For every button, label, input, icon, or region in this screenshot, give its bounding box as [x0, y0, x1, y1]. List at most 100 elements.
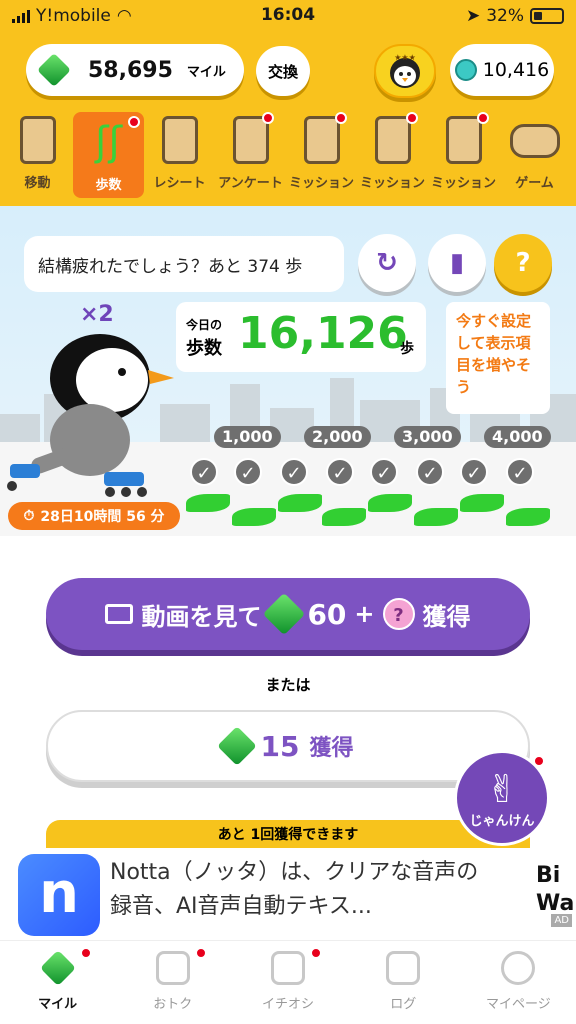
tab-mission-b[interactable]: ミッション — [357, 110, 428, 202]
steps-scene: 結構疲れたでしょう？あと 374 歩 ↻ ▮ ? ×2 今日の 歩数 16,12… — [0, 206, 576, 536]
help-button[interactable]: ? — [494, 234, 552, 292]
today-steps-card: 今日の 歩数 16,126 歩 — [176, 302, 426, 372]
gift-game-icon — [445, 116, 482, 164]
bottom-nav: マイル おトク イチオシ ログ マイページ — [0, 940, 576, 1024]
coins-value: 10,416 — [482, 59, 550, 81]
settings-tip[interactable]: 今すぐ設定して表示項目を増やそう — [446, 302, 550, 414]
notification-dot — [195, 947, 208, 959]
stats-button[interactable]: ▮ — [428, 234, 486, 292]
speech-bubble: 結構疲れたでしょう？あと 374 歩 — [24, 236, 344, 292]
footprint-icon — [368, 494, 412, 512]
mystery-ball-icon: ? — [382, 598, 415, 630]
receipt-icon — [161, 116, 198, 164]
steps-label: 歩数 — [186, 338, 222, 359]
footprint-icon — [186, 494, 230, 512]
steps-value: 16,126 — [238, 308, 408, 359]
gem-icon — [263, 592, 306, 636]
tab-steps[interactable]: ʃʃ 歩数 — [73, 112, 144, 198]
tab-receipt[interactable]: レシート — [144, 110, 215, 202]
walker-icon — [386, 951, 421, 985]
gem-icon — [37, 53, 71, 87]
question-icon: ? — [515, 248, 531, 278]
penguin-rank-button[interactable]: ★★★ — [374, 44, 436, 98]
coin-icon — [454, 59, 477, 81]
refresh-icon: ↻ — [376, 248, 398, 278]
footprint-icon — [414, 508, 458, 526]
notification-dot — [128, 116, 140, 128]
multiplier-badge: ×2 — [80, 302, 114, 327]
exchange-button[interactable]: 交換 — [256, 46, 310, 96]
check-icon: ✓ — [506, 458, 534, 486]
video-icon — [105, 604, 134, 624]
footprint-icon — [278, 494, 322, 512]
miles-balance[interactable]: 58,695 マイル — [26, 44, 244, 96]
thumbs-up-icon — [271, 951, 305, 985]
ad-banner[interactable]: n Notta（ノッタ）は、クリアな音声の録音、AI音声自動テキス... Bi … — [0, 848, 576, 940]
remaining-count-banner: あと 1回獲得できます — [46, 820, 530, 850]
gamepad-icon — [509, 124, 560, 158]
check-icon: ✓ — [234, 458, 262, 486]
gift-b-icon — [374, 116, 411, 164]
battery-percent: 32% — [486, 6, 524, 26]
get-miles-button[interactable]: 15 獲得 — [46, 710, 530, 782]
status-bar: Y!mobile ◠ 16:04 ➤ 32% — [0, 0, 576, 34]
person-icon — [501, 951, 536, 985]
notification-dot — [335, 112, 347, 124]
nav-deals[interactable]: おトク — [115, 941, 230, 1024]
cylinder-icon — [19, 116, 56, 164]
check-icon: ✓ — [326, 458, 354, 486]
tab-survey[interactable]: アンケート — [215, 110, 286, 202]
coins-balance[interactable]: 10,416 — [450, 44, 554, 96]
footprint-icon — [460, 494, 504, 512]
header-area: Y!mobile ◠ 16:04 ➤ 32% 58,695 マイル 交換 ★★★… — [0, 0, 576, 206]
milestone-badge: 2,000 — [304, 426, 371, 448]
miles-value: 58,695 — [88, 57, 173, 83]
penguin-skater-icon — [7, 334, 174, 497]
notification-dot — [533, 755, 545, 767]
notification-dot — [406, 112, 418, 124]
category-tabs: 移動 ʃʃ 歩数 レシート アンケート ミッション ミッション ミッション ゲーム — [0, 110, 576, 202]
miles-unit: マイル — [186, 64, 226, 80]
refresh-button[interactable]: ↻ — [358, 234, 416, 292]
tab-game[interactable]: ゲーム — [499, 110, 570, 202]
nav-miles[interactable]: マイル — [0, 941, 115, 1024]
nav-featured[interactable]: イチオシ — [230, 941, 345, 1024]
svg-text:★★★: ★★★ — [394, 53, 416, 62]
battery-icon — [530, 8, 564, 24]
watch-video-button[interactable]: 動画を見て 60 + ? 獲得 — [46, 578, 530, 650]
janken-button[interactable]: ✌ じゃんけん — [454, 750, 550, 846]
ad-text: Notta（ノッタ）は、クリアな音声の録音、AI音声自動テキス... — [110, 860, 479, 919]
notification-dot — [477, 112, 489, 124]
check-icon: ✓ — [460, 458, 488, 486]
tab-mission-game[interactable]: ミッション — [428, 110, 499, 202]
footprint-icon: ʃʃ — [95, 119, 122, 165]
nav-mypage[interactable]: マイページ — [461, 941, 576, 1024]
tab-mission-a[interactable]: ミッション — [286, 110, 357, 202]
check-icon: ✓ — [190, 458, 218, 486]
coupon-icon — [155, 951, 190, 985]
today-label: 今日の — [186, 318, 223, 332]
gem-icon — [39, 949, 76, 987]
tab-move[interactable]: 移動 — [2, 110, 73, 202]
check-icon: ✓ — [416, 458, 444, 486]
countdown-timer: ⏱ 28日10時間 56 分 — [8, 502, 180, 530]
check-icon: ✓ — [370, 458, 398, 486]
milestone-badge: 4,000 — [484, 426, 551, 448]
stopwatch-icon: ⏱ — [23, 508, 35, 524]
footprint-icon — [232, 508, 276, 526]
gem-icon — [216, 726, 257, 766]
location-icon: ➤ — [465, 6, 481, 26]
nav-log[interactable]: ログ — [346, 941, 461, 1024]
ad-badge: AD — [551, 914, 572, 927]
steps-unit: 歩 — [400, 341, 414, 357]
notta-logo-icon: n — [18, 854, 100, 936]
peace-hand-icon: ✌ — [486, 766, 518, 811]
notification-dot — [262, 112, 274, 124]
bar-chart-icon: ▮ — [449, 248, 465, 278]
ad-side-text: Bi Wa — [536, 863, 575, 916]
notification-dot — [310, 947, 323, 959]
milestone-badge: 3,000 — [394, 426, 461, 448]
footprint-icon — [322, 508, 366, 526]
penguin-icon: ★★★ — [390, 53, 420, 88]
gift-a-icon — [303, 116, 340, 164]
